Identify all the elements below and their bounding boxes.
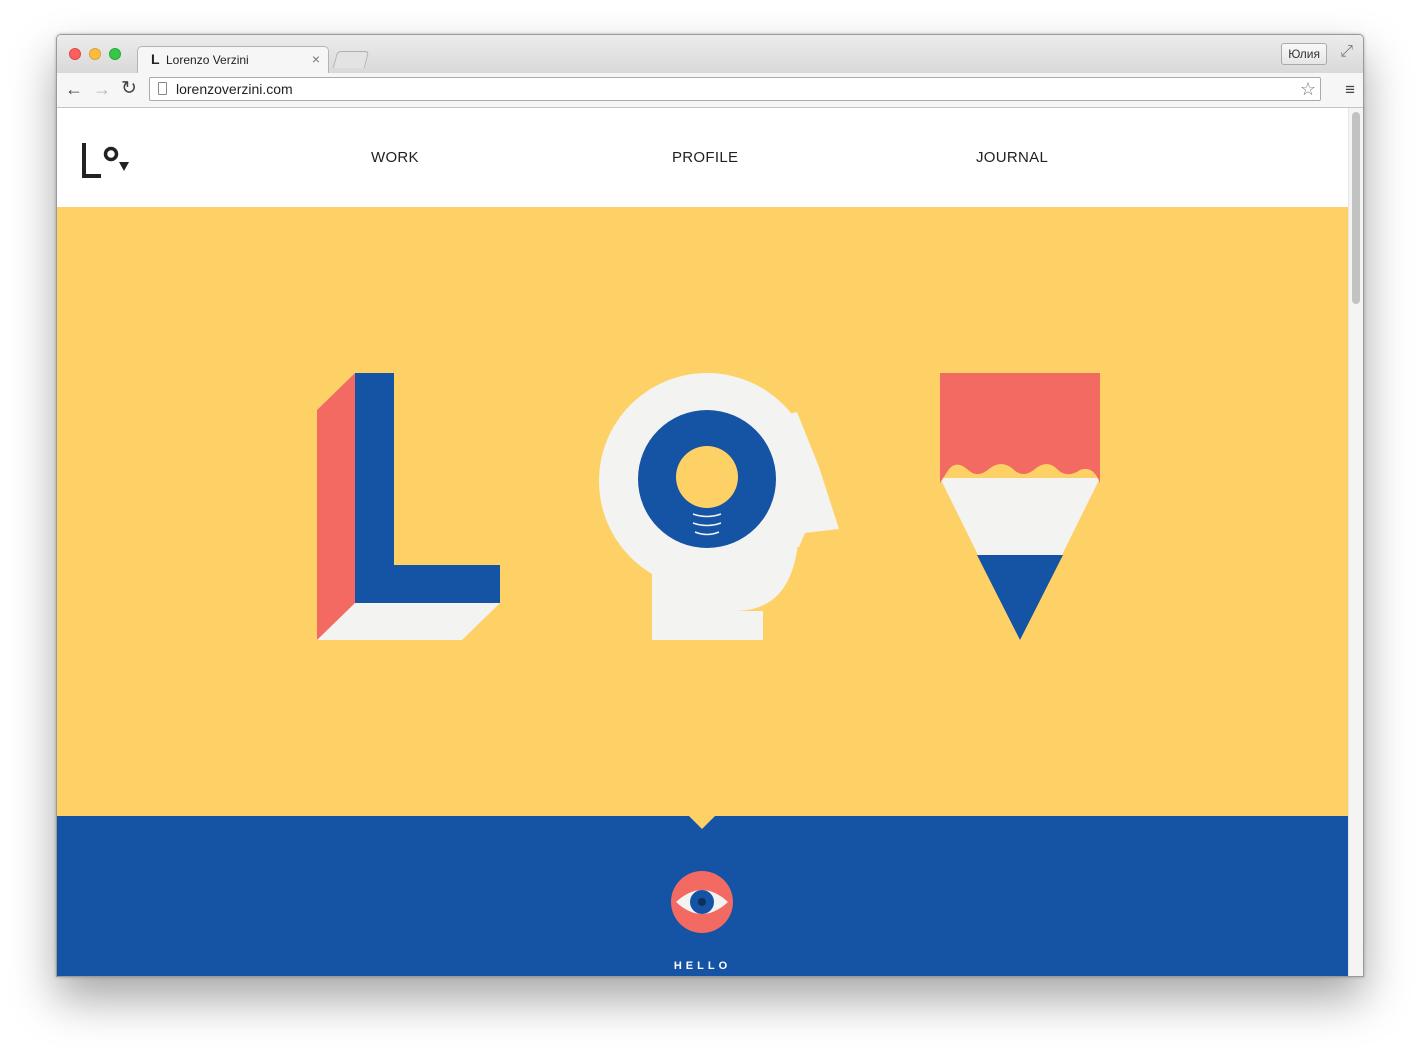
bookmark-star-icon[interactable]: ☆ — [1300, 79, 1316, 99]
forward-arrow-icon[interactable]: → — [93, 79, 111, 100]
browser-window: L Lorenzo Verzini × Юлия ⤢ ← → ↻ lorenzo… — [56, 34, 1364, 977]
eye-icon[interactable] — [670, 870, 734, 934]
section-pointer — [688, 815, 716, 829]
fullscreen-icon[interactable]: ⤢ — [1340, 43, 1353, 61]
minimize-window-button[interactable] — [89, 48, 101, 60]
browser-tab[interactable]: L Lorenzo Verzini × — [137, 46, 329, 73]
nav-work-link[interactable]: WORK — [371, 149, 419, 166]
hero-illustration — [317, 373, 1100, 640]
tab-close-icon[interactable]: × — [312, 51, 320, 67]
tab-favicon-icon: L — [151, 51, 160, 67]
address-bar[interactable]: lorenzoverzini.com ☆ — [149, 77, 1321, 101]
nav-journal-link[interactable]: JOURNAL — [976, 149, 1048, 166]
url-text[interactable]: lorenzoverzini.com — [176, 81, 293, 97]
letter-l-illustration — [317, 373, 500, 640]
close-window-button[interactable] — [69, 48, 81, 60]
zoom-window-button[interactable] — [109, 48, 121, 60]
profile-button[interactable]: Юлия — [1281, 43, 1327, 65]
scrollbar-thumb[interactable] — [1352, 112, 1360, 304]
menu-icon[interactable]: ≡ — [1345, 80, 1355, 100]
back-arrow-icon[interactable]: ← — [65, 79, 83, 100]
intro-section: HELLO — [57, 815, 1348, 976]
tab-title: Lorenzo Verzini — [166, 53, 249, 67]
page-scrollbar[interactable] — [1348, 108, 1363, 976]
hello-label: HELLO — [673, 960, 732, 972]
title-bar: L Lorenzo Verzini × Юлия ⤢ — [57, 35, 1363, 73]
new-tab-button[interactable] — [332, 51, 370, 68]
site-logo[interactable] — [81, 140, 131, 182]
page-viewport: WORK PROFILE JOURNAL HELLO — [57, 108, 1348, 976]
head-lightbulb-illustration — [599, 373, 839, 640]
pencil-illustration — [940, 373, 1100, 640]
nav-profile-link[interactable]: PROFILE — [672, 149, 738, 166]
reload-icon[interactable]: ↻ — [121, 77, 137, 100]
page-icon — [158, 82, 167, 95]
site-header: WORK PROFILE JOURNAL — [57, 108, 1348, 207]
browser-toolbar: ← → ↻ lorenzoverzini.com ☆ ≡ — [57, 73, 1363, 108]
hero-banner — [57, 207, 1348, 816]
